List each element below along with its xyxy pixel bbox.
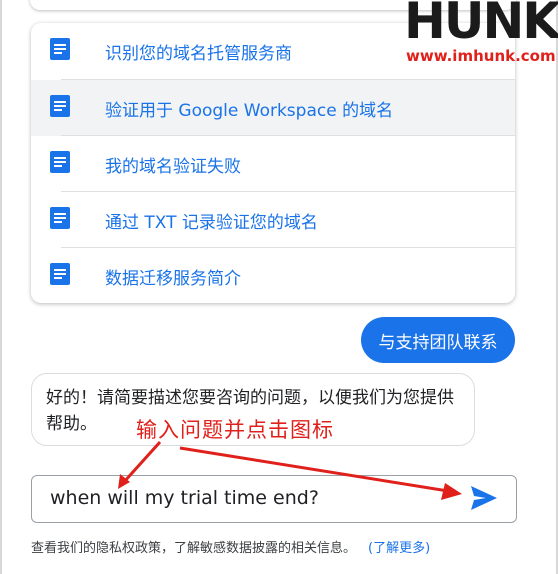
panel-left-edge: [0, 0, 2, 574]
help-article-label: 我的域名验证失败: [105, 157, 241, 177]
help-article-item[interactable]: 数据迁移服务简介: [31, 248, 515, 303]
contact-support-button[interactable]: 与支持团队联系: [361, 317, 515, 363]
help-article-label: 数据迁移服务简介: [105, 269, 241, 289]
learn-more-link[interactable]: (了解更多): [368, 541, 430, 556]
chat-panel: 识别您的域名托管服务商 验证用于 Google Workspace 的域名 我的…: [0, 0, 558, 574]
document-icon: [50, 263, 70, 285]
help-article-item[interactable]: 通过 TXT 记录验证您的域名: [31, 192, 515, 248]
document-icon: [50, 38, 70, 60]
privacy-text: 查看我们的隐私权政策，了解敏感数据披露的相关信息。: [31, 541, 357, 556]
send-icon[interactable]: [469, 484, 499, 512]
watermark-logo: HUNK www.imhunk.com: [404, 0, 558, 70]
help-article-label: 通过 TXT 记录验证您的域名: [105, 213, 318, 233]
chat-input-value: when will my trial time end?: [50, 487, 319, 509]
help-article-item[interactable]: 我的域名验证失败: [31, 136, 515, 192]
watermark-url: www.imhunk.com: [406, 47, 556, 65]
privacy-notice: 查看我们的隐私权政策，了解敏感数据披露的相关信息。 (了解更多): [31, 537, 430, 556]
document-icon: [50, 207, 70, 229]
document-icon: [50, 151, 70, 173]
help-article-label: 识别您的域名托管服务商: [105, 44, 292, 64]
chat-input[interactable]: when will my trial time end?: [31, 475, 517, 523]
help-article-label: 验证用于 Google Workspace 的域名: [105, 101, 394, 121]
annotation-text: 输入问题并点击图标: [136, 418, 334, 442]
watermark-logo-word: HUNK: [404, 0, 558, 50]
help-article-item[interactable]: 验证用于 Google Workspace 的域名: [31, 80, 515, 136]
document-icon: [50, 95, 70, 117]
